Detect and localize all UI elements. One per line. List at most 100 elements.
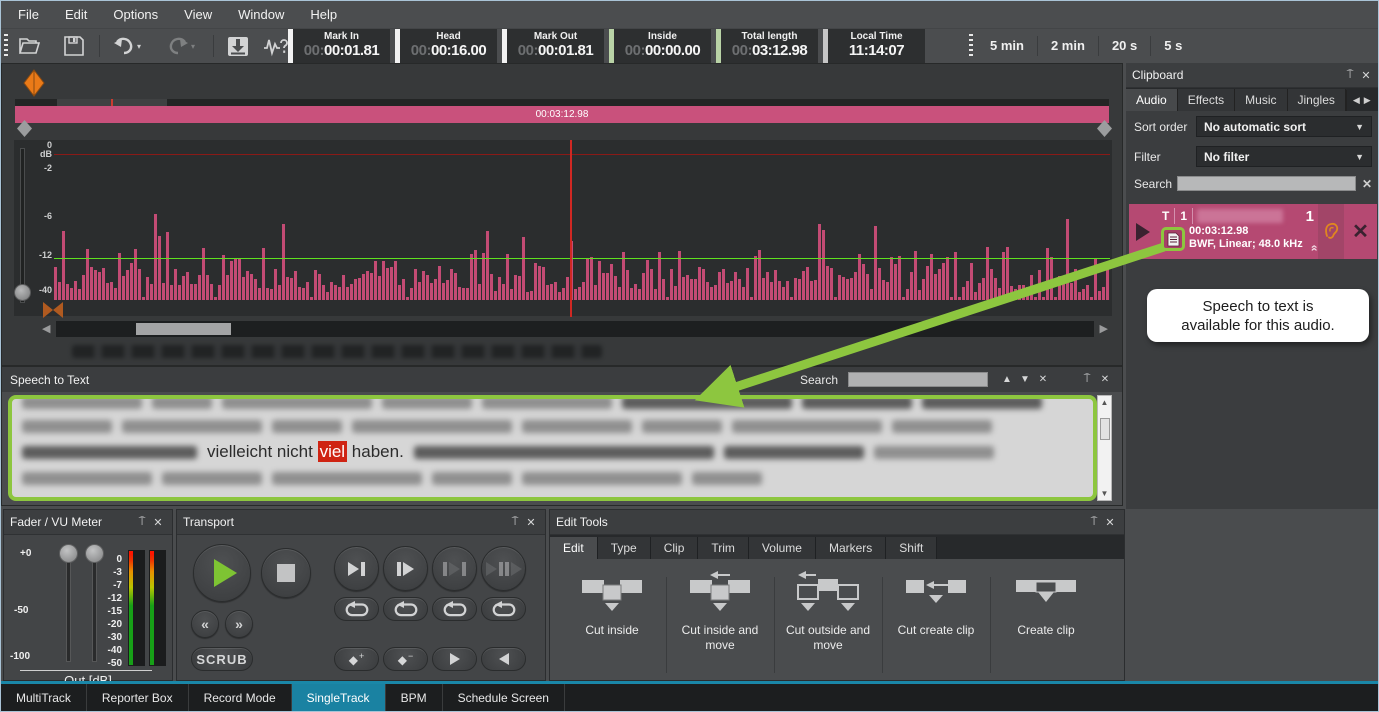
loop-button-2[interactable] [383,597,428,621]
zoom-preset-5min[interactable]: 5 min [977,31,1037,61]
workspace-tab-reporter-box[interactable]: Reporter Box [87,684,189,712]
tab-trim[interactable]: Trim [698,537,749,559]
loop-button-1[interactable] [334,597,379,621]
fader-right-track[interactable] [92,552,97,662]
play-to-mark-button[interactable] [334,546,379,591]
head-marker-icon[interactable] [24,70,44,96]
fader-left-knob[interactable] [59,544,78,563]
pin-icon[interactable]: ⍑ [1078,373,1096,386]
scroll-left-arrow[interactable]: ◀ [42,322,50,336]
tab-clip[interactable]: Clip [651,537,699,559]
redo-button[interactable]: ▾ [159,32,203,60]
transcript-scrollbar[interactable]: ▲ ▼ [1097,395,1112,501]
pin-icon[interactable]: ⍑ [507,516,523,529]
pin-icon[interactable]: ⍑ [134,516,150,529]
close-icon[interactable]: ✕ [1102,516,1118,529]
collapse-chevrons-icon[interactable]: » [1307,247,1321,252]
speech-to-text-available-icon[interactable] [1161,227,1185,251]
item-play-button[interactable] [1129,204,1157,259]
save-button[interactable] [57,32,91,60]
loop-button-4[interactable] [481,597,526,621]
waveform-canvas[interactable]: 0 dB -2 -6 -12 -40 [14,140,1112,316]
workspace-tab-multitrack[interactable]: MultiTrack [1,684,87,712]
menu-window[interactable]: Window [225,1,297,28]
open-file-button[interactable] [13,32,47,60]
workspace-tab-bpm[interactable]: BPM [386,684,443,712]
undo-dropdown-caret[interactable]: ▾ [137,42,141,51]
pin-icon[interactable]: ⍑ [1342,69,1358,82]
menu-edit[interactable]: Edit [52,1,100,28]
waveform-plot[interactable] [54,142,1110,300]
item-prelisten-button[interactable] [1318,204,1344,259]
menu-options[interactable]: Options [100,1,171,28]
scroll-right-arrow[interactable]: ▶ [1100,322,1108,336]
tool-cut-inside[interactable]: Cut inside [568,571,656,638]
menu-help[interactable]: Help [297,1,350,28]
search-prev-icon[interactable]: ▲ [998,374,1016,385]
menu-view[interactable]: View [171,1,225,28]
transcript-area[interactable]: vielleicht nicht viel haben. [8,395,1097,501]
threshold-level-line[interactable] [54,258,1110,259]
toolbar-grip[interactable] [4,34,8,58]
highlighted-word[interactable]: viel [318,441,348,462]
tool-create-clip[interactable]: Create clip [1002,571,1090,638]
edit-point-marker-icon[interactable] [53,302,63,318]
tab-effects[interactable]: Effects [1178,89,1235,111]
clipboard-audio-item[interactable]: T 1 1 00:03:12.98 BWF, Linear; 48.0 kHz [1129,204,1377,259]
play-from-mark-button[interactable] [383,546,428,591]
loop-button-3[interactable] [432,597,477,621]
play-around-marks-button[interactable] [481,546,526,591]
scroll-down-arrow[interactable]: ▼ [1098,489,1111,498]
tab-type[interactable]: Type [598,537,651,559]
scrollbar-thumb[interactable] [136,323,231,335]
next-marker-button[interactable] [432,647,477,671]
zoom-preset-20s[interactable]: 20 s [1099,31,1150,61]
pin-icon[interactable]: ⍑ [1086,516,1102,529]
tab-markers[interactable]: Markers [816,537,886,559]
tab-edit[interactable]: Edit [550,537,598,559]
undo-button[interactable]: ▾ [105,32,149,60]
horizontal-scrollbar[interactable]: ◀ ▶ [42,320,1108,338]
workspace-tab-singletrack[interactable]: SingleTrack [292,684,386,712]
stop-button[interactable] [261,548,311,598]
skip-back-button[interactable]: « [191,610,219,638]
search-next-icon[interactable]: ▼ [1016,374,1034,385]
close-icon[interactable]: ✕ [150,516,166,529]
prev-marker-button[interactable] [481,647,526,671]
overview-ruler[interactable] [15,99,1109,106]
search-input[interactable] [1177,176,1356,191]
vertical-zoom-slider-track[interactable] [20,148,25,303]
tab-jingles[interactable]: Jingles [1288,89,1346,111]
scroll-up-arrow[interactable]: ▲ [1098,398,1111,407]
playhead-cursor[interactable] [570,140,572,317]
zoom-preset-2min[interactable]: 2 min [1038,31,1098,61]
import-button[interactable] [221,32,255,60]
scrollbar-track[interactable] [56,321,1094,337]
play-button[interactable] [193,544,251,602]
tab-shift[interactable]: Shift [886,537,937,559]
item-remove-button[interactable]: ✕ [1344,204,1377,259]
filter-dropdown[interactable]: No filter▼ [1196,146,1372,167]
tool-cut-inside-move[interactable]: Cut inside and move [676,571,764,653]
search-clear-icon[interactable]: ✕ [1034,374,1052,385]
item-main[interactable]: T 1 1 00:03:12.98 BWF, Linear; 48.0 kHz [1157,204,1318,259]
remove-marker-button[interactable]: ◆− [383,647,428,671]
skip-forward-button[interactable]: » [225,610,253,638]
edit-point-marker-icon[interactable] [43,302,53,318]
toolbar-grip[interactable] [969,34,973,58]
scrollbar-thumb[interactable] [1100,418,1110,440]
tab-volume[interactable]: Volume [749,537,816,559]
tab-audio[interactable]: Audio [1126,89,1178,111]
menu-file[interactable]: File [5,1,52,28]
sort-order-dropdown[interactable]: No automatic sort▼ [1196,116,1372,137]
fader-right-knob[interactable] [85,544,104,563]
close-icon[interactable]: ✕ [523,516,539,529]
add-marker-button[interactable]: ◆+ [334,647,379,671]
tab-scroll-arrows[interactable]: ◀▶ [1346,90,1379,111]
fader-left-track[interactable] [66,552,71,662]
clear-search-icon[interactable]: ✕ [1356,177,1372,191]
workspace-tab-record-mode[interactable]: Record Mode [189,684,292,712]
overview-duration-bar[interactable]: 00:03:12.98 [15,106,1109,123]
speech-search-input[interactable] [848,372,988,387]
redo-dropdown-caret[interactable]: ▾ [191,42,195,51]
